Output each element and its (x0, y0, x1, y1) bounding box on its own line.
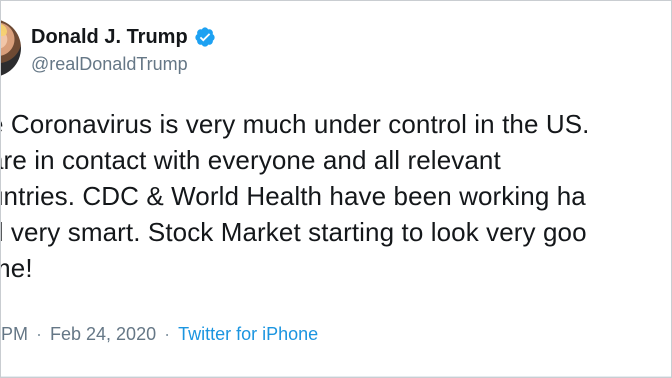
meta-separator: · (164, 324, 171, 344)
meta-separator: · (36, 324, 42, 344)
handle[interactable]: @realDonaldTrump (31, 53, 188, 75)
tweet-text: e Coronavirus is very much under control… (1, 109, 590, 283)
verified-icon (195, 27, 215, 47)
tweet-time[interactable]: PM (1, 323, 28, 345)
tweet-source-link[interactable]: Twitter for iPhone (178, 323, 318, 345)
tweet-card: Donald J. Trump @realDonaldTrump e Coron… (0, 0, 672, 378)
author-row: Donald J. Trump (31, 25, 216, 49)
bottom-divider (1, 376, 671, 377)
display-name[interactable]: Donald J. Trump (31, 25, 188, 49)
tweet-meta: PM · Feb 24, 2020 · Twitter for iPhone (1, 323, 318, 345)
tweet-date[interactable]: Feb 24, 2020 (50, 323, 156, 345)
avatar[interactable] (1, 19, 21, 77)
